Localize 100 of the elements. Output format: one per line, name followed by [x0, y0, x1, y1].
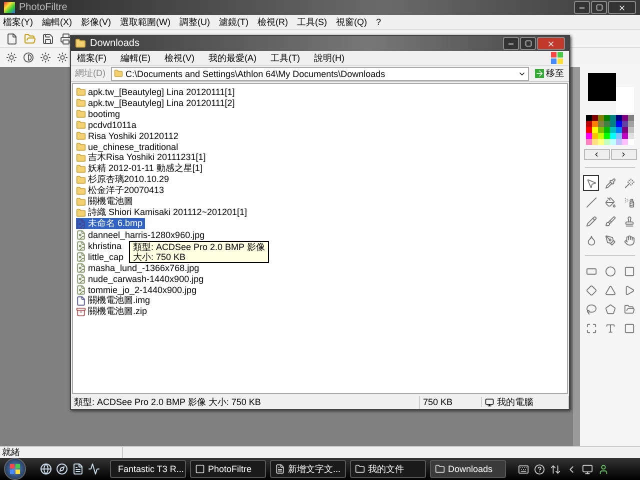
brightness-icon[interactable]	[6, 52, 17, 63]
color-swatch[interactable]	[604, 133, 610, 139]
menu-item[interactable]: 檢視(V)	[164, 52, 194, 64]
browser-icon[interactable]	[40, 463, 52, 475]
file-item[interactable]: 關機電池圖.zip	[76, 306, 150, 317]
minimize-button[interactable]	[574, 1, 590, 14]
color-swatch[interactable]	[622, 121, 628, 127]
file-item[interactable]: apk.tw_[Beautyleg] Lina 20120111[1]	[76, 86, 237, 97]
color-swatch[interactable]	[610, 139, 616, 145]
color-swatch[interactable]	[592, 133, 598, 139]
arrows-icon[interactable]	[550, 464, 561, 474]
menu-item[interactable]: 檢視(R)	[258, 16, 288, 28]
file-item[interactable]: nude_carwash-1440x900.jpg	[76, 273, 206, 284]
contrast-icon[interactable]	[23, 52, 34, 63]
color-swatch[interactable]	[592, 121, 598, 127]
color-swatch[interactable]	[598, 133, 604, 139]
color-swatch[interactable]	[616, 121, 622, 127]
restore-button[interactable]	[591, 1, 607, 14]
color-swatch[interactable]	[586, 133, 592, 139]
color-swatch[interactable]	[586, 127, 592, 133]
menu-item[interactable]: 檔案(Y)	[3, 16, 33, 28]
color-swatch[interactable]	[616, 133, 622, 139]
file-item[interactable]: 關機電池圖	[76, 196, 135, 207]
color-swatch[interactable]	[616, 115, 622, 121]
color-swatch[interactable]	[598, 115, 604, 121]
color-swatch[interactable]	[622, 127, 628, 133]
save-icon[interactable]	[42, 32, 54, 44]
open-folder-icon[interactable]	[24, 32, 36, 44]
menu-item[interactable]: 檔案(F)	[77, 52, 106, 64]
file-item[interactable]: 詩織 Shiori Kamisaki 201112~201201[1]	[76, 207, 250, 218]
user-icon[interactable]	[598, 464, 609, 474]
address-field[interactable]: C:\Documents and Settings\Athlon 64\My Documents\Downloads	[110, 66, 529, 80]
color-swatch[interactable]	[622, 133, 628, 139]
color-swatch[interactable]	[622, 139, 628, 145]
menu-item[interactable]: 工具(S)	[297, 16, 327, 28]
menu-item[interactable]: ?	[376, 17, 382, 27]
color-swatch[interactable]	[622, 115, 628, 121]
color-swatch[interactable]	[628, 121, 634, 127]
chart-icon[interactable]	[88, 463, 100, 475]
taskbar-button[interactable]: Fantastic T3 R...	[110, 460, 186, 478]
color-swatch[interactable]	[628, 115, 634, 121]
color-swatch[interactable]	[604, 121, 610, 127]
menu-item[interactable]: 說明(H)	[314, 52, 344, 64]
background-color-swatch[interactable]	[616, 87, 634, 113]
color-swatch[interactable]	[610, 115, 616, 121]
color-swatch[interactable]	[628, 139, 634, 145]
menu-item[interactable]: 工具(T)	[270, 52, 300, 64]
color-swatch[interactable]	[592, 139, 598, 145]
file-item[interactable]: khristina	[76, 240, 124, 251]
document-icon[interactable]	[72, 463, 84, 475]
help-icon[interactable]	[534, 464, 545, 474]
color-swatch[interactable]	[592, 115, 598, 121]
color-swatch[interactable]	[586, 115, 592, 121]
start-button[interactable]	[4, 458, 26, 480]
color-swatch[interactable]	[604, 115, 610, 121]
menu-item[interactable]: 影像(V)	[81, 16, 111, 28]
menu-item[interactable]: 視窗(Q)	[336, 16, 367, 28]
color-swatch[interactable]	[598, 127, 604, 133]
color-swatch[interactable]	[610, 121, 616, 127]
file-item[interactable]: 杉原杏璃2010.10.29	[76, 174, 172, 185]
color-swatch[interactable]	[604, 127, 610, 133]
file-item[interactable]: masha_lund_-1366x768.jpg	[76, 262, 202, 273]
minimize-button[interactable]	[503, 37, 519, 50]
file-item[interactable]: 未命名 6.bmp	[76, 218, 145, 229]
color-swatch[interactable]	[598, 121, 604, 127]
taskbar-button[interactable]: Downloads	[430, 460, 506, 478]
color-swatch[interactable]	[604, 139, 610, 145]
menu-item[interactable]: 調整(U)	[180, 16, 210, 28]
color-swatch[interactable]	[598, 139, 604, 145]
color-swatch[interactable]	[610, 127, 616, 133]
menu-item[interactable]: 編輯(X)	[42, 16, 72, 28]
file-item[interactable]: apk.tw_[Beautyleg] Lina 20120111[2]	[76, 97, 237, 108]
menu-item[interactable]: 選取範圍(W)	[120, 16, 170, 28]
file-item[interactable]: 松金洋子20070413	[76, 185, 166, 196]
taskbar-button[interactable]: 我的文件	[350, 460, 426, 478]
file-item[interactable]: 關機電池圖.img	[76, 295, 152, 306]
go-button[interactable]: 移至	[532, 67, 567, 80]
color-swatch[interactable]	[616, 127, 622, 133]
color-swatch[interactable]	[592, 127, 598, 133]
file-item[interactable]: Risa Yoshiki 20120112	[76, 130, 180, 141]
color-swatch[interactable]	[628, 133, 634, 139]
file-item[interactable]: 妖精 2012-01-11 動感之星[1]	[76, 163, 204, 174]
file-item[interactable]: danneel_harris-1280x960.jpg	[76, 229, 207, 240]
compass-icon[interactable]	[56, 463, 68, 475]
new-file-icon[interactable]	[6, 32, 18, 44]
network-icon[interactable]	[582, 464, 593, 474]
maximize-button[interactable]	[520, 37, 536, 50]
taskbar-button[interactable]: 新增文字文...	[270, 460, 346, 478]
printer-icon[interactable]	[60, 32, 72, 44]
file-item[interactable]: bootimg	[76, 108, 122, 119]
color-swatch[interactable]	[586, 139, 592, 145]
color-swatch[interactable]	[616, 139, 622, 145]
file-item[interactable]: pcdvd1011a	[76, 119, 138, 130]
file-item[interactable]: ue_chinese_traditional	[76, 141, 180, 152]
menu-item[interactable]: 編輯(E)	[120, 52, 150, 64]
color-swatch[interactable]	[610, 133, 616, 139]
file-item[interactable]: little_cap	[76, 251, 126, 262]
taskbar-button[interactable]: PhotoFiltre	[190, 460, 266, 478]
color-swatch[interactable]	[586, 121, 592, 127]
brightness-icon[interactable]	[57, 52, 68, 63]
